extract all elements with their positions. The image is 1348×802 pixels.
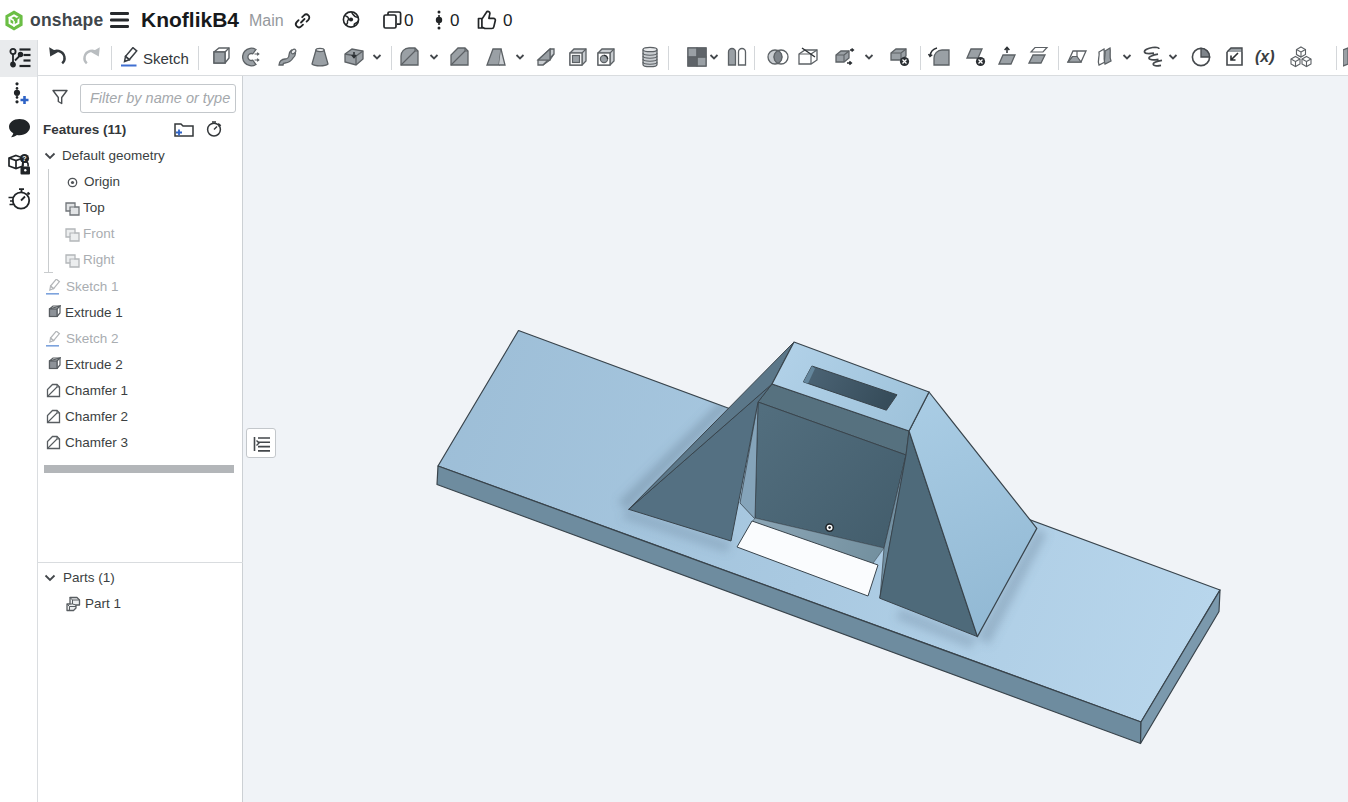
svg-text:?: ? [22,155,26,162]
